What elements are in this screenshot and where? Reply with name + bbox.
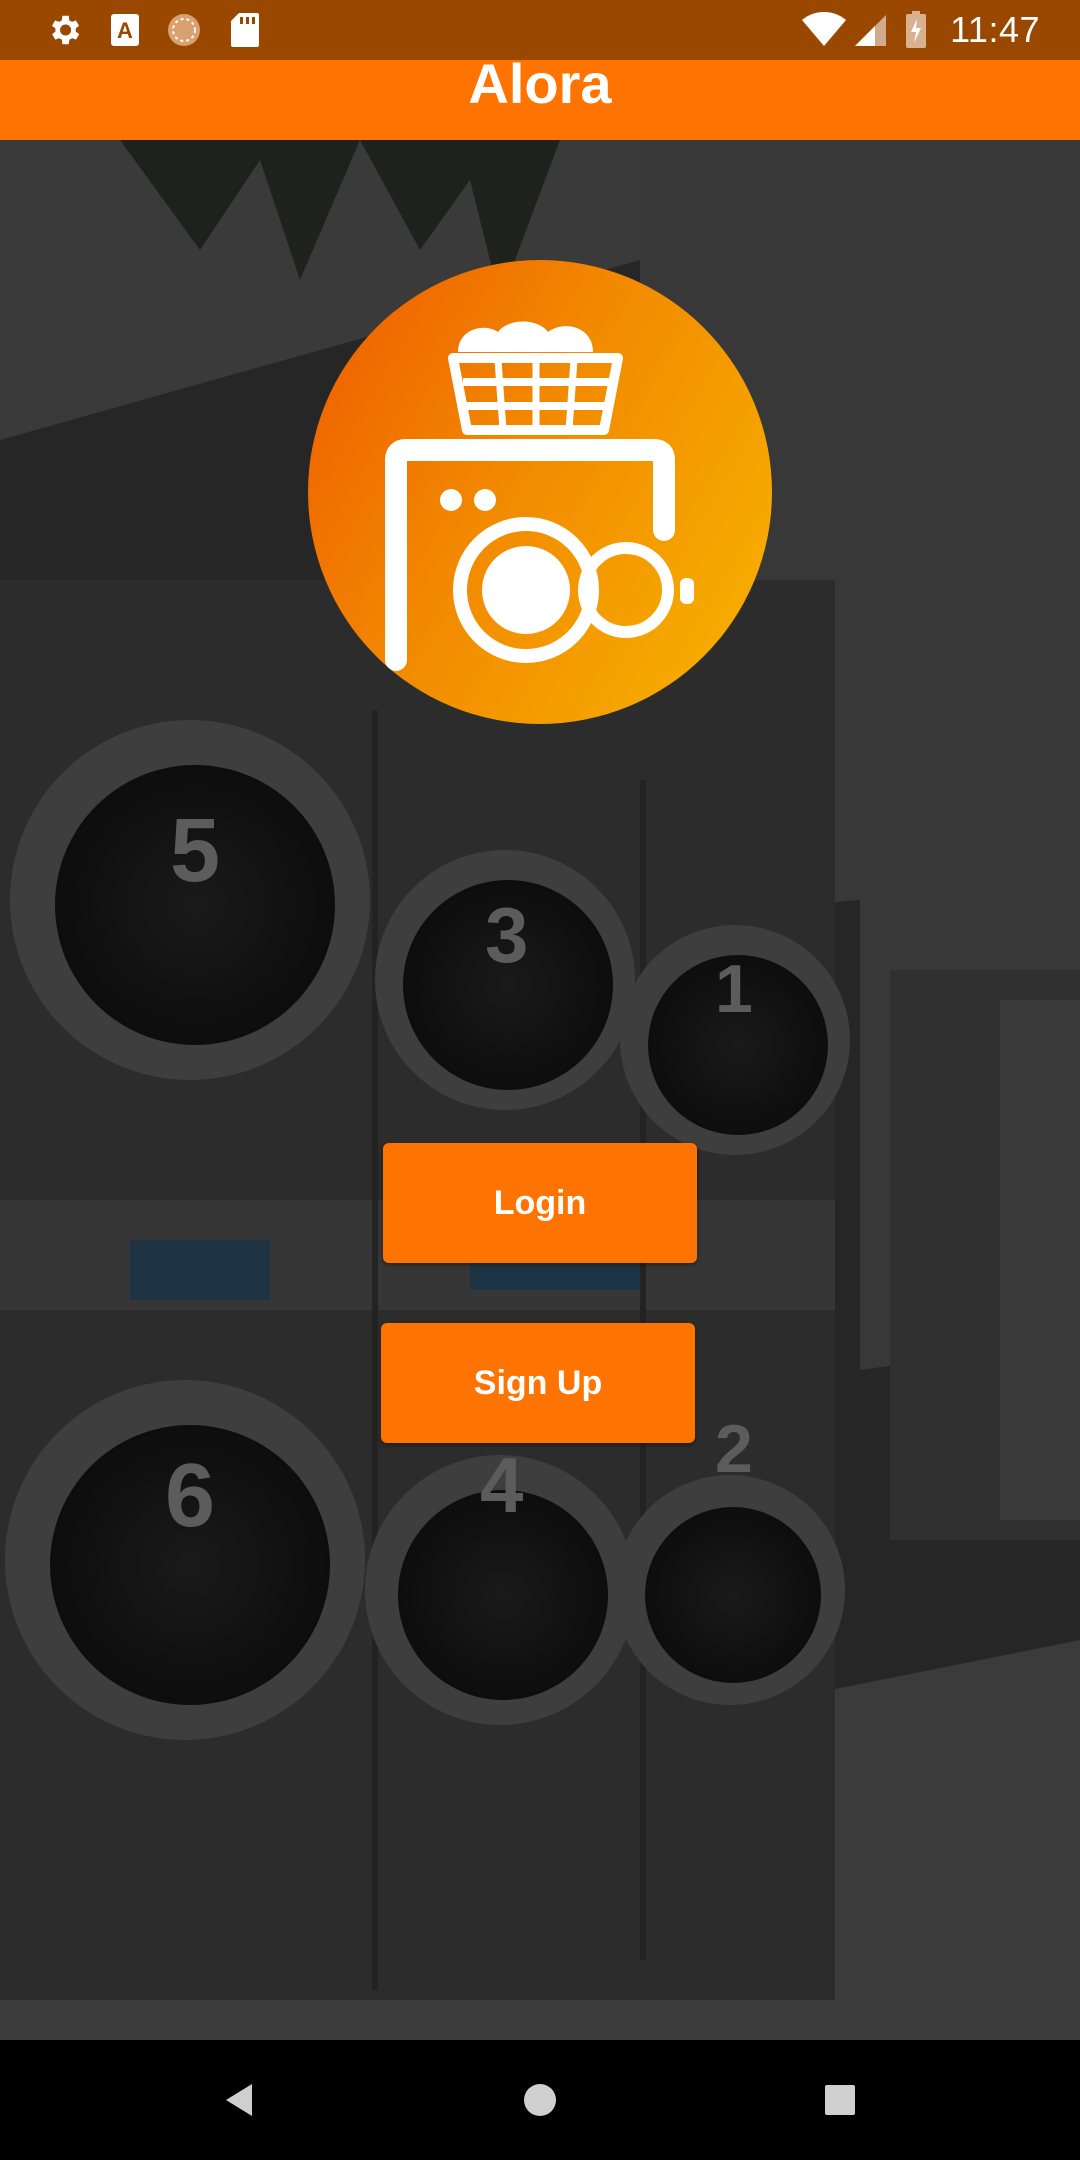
font-a-icon: A [108, 11, 142, 49]
sync-circle-icon [164, 11, 204, 49]
recents-square-icon[interactable] [806, 2066, 874, 2134]
gear-icon [44, 11, 84, 49]
machine-number-label: 4 [480, 1441, 524, 1529]
wifi-icon [800, 11, 848, 49]
app-bar: Alora [0, 60, 1080, 140]
sd-card-icon [228, 11, 262, 49]
cell-signal-icon [852, 11, 888, 49]
status-time: 11:47 [950, 9, 1040, 50]
signup-button[interactable]: Sign Up [381, 1323, 695, 1443]
machine-number-label: 1 [715, 951, 753, 1027]
back-triangle-icon[interactable] [206, 2066, 274, 2134]
machine-number-label: 2 [715, 1411, 753, 1487]
laundry-machine-basket-icon [308, 260, 772, 724]
home-circle-icon[interactable] [506, 2066, 574, 2134]
login-button[interactable]: Login [383, 1143, 697, 1263]
app-title: Alora [468, 60, 612, 115]
machine-number-label: 5 [170, 801, 221, 901]
battery-charging-icon [904, 11, 928, 49]
machine-number-label: 6 [165, 1446, 216, 1546]
svg-text:A: A [117, 18, 133, 43]
status-bar: A 11:47 [0, 0, 1080, 60]
navigation-bar [0, 2040, 1080, 2160]
machine-number-label: 3 [485, 891, 529, 979]
